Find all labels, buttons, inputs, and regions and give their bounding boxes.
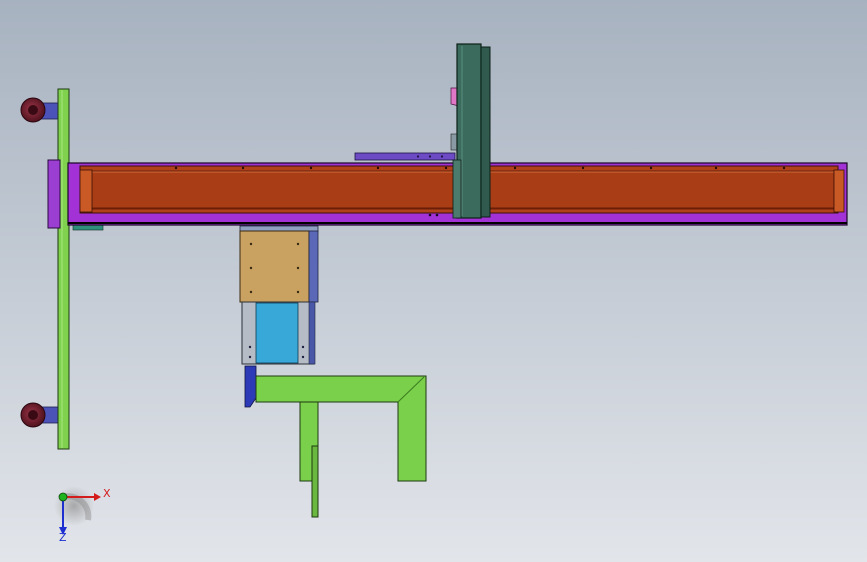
y-axis-dot xyxy=(58,492,68,502)
slider-arm[interactable] xyxy=(354,152,456,161)
model-view[interactable]: X Z xyxy=(0,0,867,562)
bracket-leg-inner[interactable] xyxy=(311,445,319,518)
clamp-jaw[interactable] xyxy=(244,365,257,408)
x-axis-label: X xyxy=(103,487,111,500)
rail-end-mount[interactable] xyxy=(47,159,61,229)
z-axis-label: Z xyxy=(59,531,67,544)
carriage-lower-block[interactable] xyxy=(255,302,299,364)
cad-viewport[interactable]: X Z xyxy=(0,0,867,562)
viewport-background xyxy=(0,0,867,562)
caster-bottom[interactable] xyxy=(20,402,61,428)
lower-tab xyxy=(72,224,104,231)
side-post[interactable] xyxy=(57,88,70,450)
